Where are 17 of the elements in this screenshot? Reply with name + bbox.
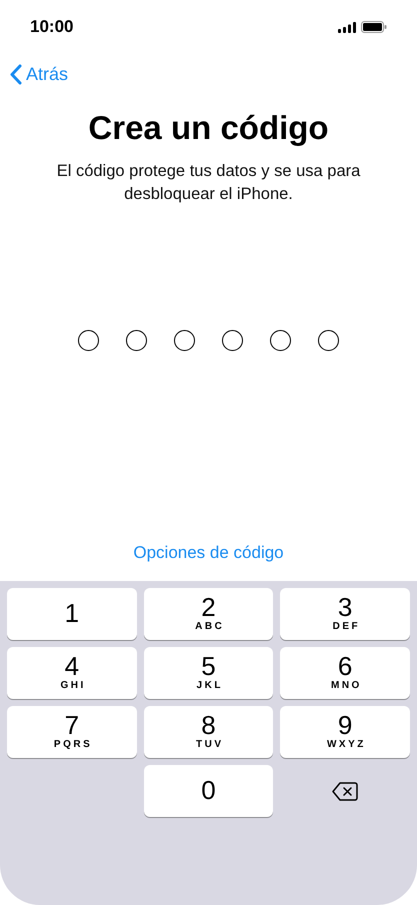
keypad-key[interactable]: 1 — [7, 588, 137, 640]
keypad-key[interactable]: 2 ABC — [144, 588, 274, 640]
keypad-key[interactable]: 6 MNO — [280, 647, 410, 699]
signal-icon — [338, 22, 356, 32]
page-title: Crea un código — [87, 108, 330, 148]
status-time: 10:00 — [30, 16, 74, 38]
keypad-key[interactable]: 0 — [144, 765, 274, 817]
keypad-key[interactable]: 4 GHI — [7, 647, 137, 699]
chevron-left-icon — [10, 64, 22, 84]
description-text: El código protege tus datos y se usa para desbloquear el iPhone. — [56, 161, 362, 205]
keypad-key[interactable]: 8 TUV — [144, 706, 274, 758]
keypad-key[interactable]: 5 JKL — [144, 647, 274, 699]
keypad-key[interactable]: 3 DEF — [280, 588, 410, 640]
keypad-key[interactable]: 7 PQRS — [7, 706, 137, 758]
delete-icon[interactable] — [332, 782, 358, 800]
battery-icon — [361, 21, 387, 33]
keypad-key[interactable]: 9 WXYZ — [280, 706, 410, 758]
